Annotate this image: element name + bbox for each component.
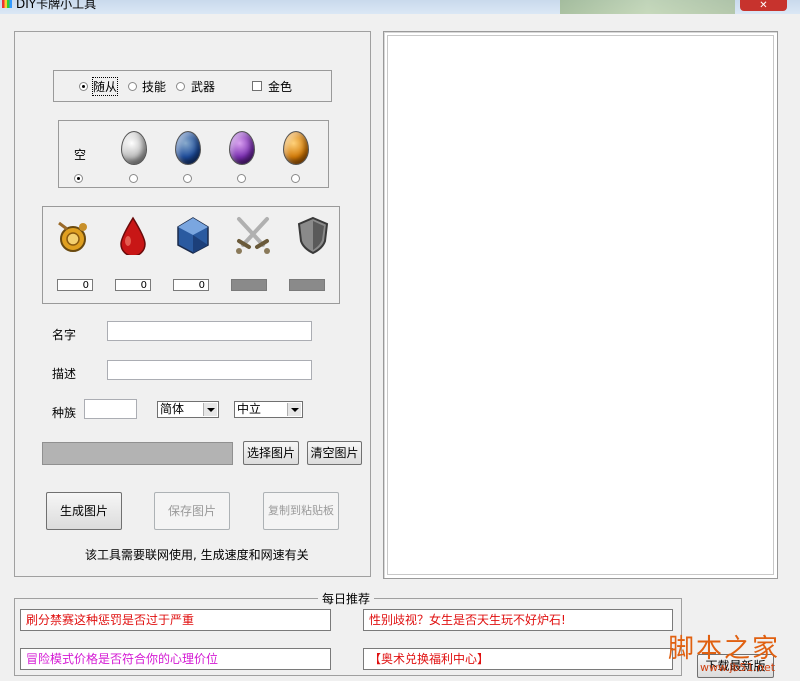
type-label-spell: 技能: [142, 80, 167, 94]
rarity-radio-orange[interactable]: [291, 174, 300, 183]
editor-panel: 随从 技能 武器 金色 空 0 0 0 0 0 名字 描述 种族 简体 中立 选…: [14, 31, 371, 577]
name-input[interactable]: [107, 321, 312, 341]
rarity-radio-silver[interactable]: [129, 174, 138, 183]
blue-gem-icon: [175, 131, 201, 165]
crystal-icon: [177, 217, 209, 254]
armor-field: 0: [289, 279, 325, 291]
race-input[interactable]: [84, 399, 137, 419]
shield-icon: [297, 216, 329, 255]
app-icon: [2, 0, 12, 8]
recommend-link-3[interactable]: 冒险模式价格是否符合你的心理价位: [20, 648, 331, 670]
recommend-link-2[interactable]: 性别歧视？女生是否天生玩不好炉石!: [363, 609, 673, 631]
stats-group: 0 0 0 0 0: [42, 206, 340, 304]
rarity-empty-label: 空: [74, 148, 87, 162]
close-button[interactable]: ✕: [740, 0, 787, 11]
golden-label: 金色: [268, 80, 293, 94]
crossed-swords-icon: [236, 217, 270, 254]
desc-label: 描述: [52, 367, 77, 381]
window-title: DIY卡牌小工具: [16, 0, 97, 11]
network-notice: 该工具需要联网使用, 生成速度和网速有关: [85, 548, 309, 562]
rarity-radio-blue[interactable]: [183, 174, 192, 183]
chevron-down-icon: [287, 403, 301, 416]
language-select-value: 简体: [160, 402, 185, 416]
watermark-logo: 脚本之家: [668, 634, 781, 664]
orange-gem-icon: [283, 131, 309, 165]
image-path-field: [42, 442, 233, 465]
type-radio-weapon[interactable]: [176, 82, 185, 91]
mana-cost-field[interactable]: 0: [57, 279, 93, 291]
copy-to-clipboard-button: 复制到粘贴板: [263, 492, 339, 530]
rarity-radio-empty[interactable]: [74, 174, 83, 183]
recommend-link-4[interactable]: 【奥术兑换福利中心】: [363, 648, 673, 670]
choose-image-button[interactable]: 选择图片: [243, 441, 299, 465]
rarity-group: 空: [58, 120, 329, 188]
card-type-group: 随从 技能 武器 金色: [53, 70, 332, 102]
crystal-field[interactable]: 0: [173, 279, 209, 291]
card-preview: [383, 31, 778, 579]
health-field[interactable]: 0: [115, 279, 151, 291]
type-radio-spell[interactable]: [128, 82, 137, 91]
name-label: 名字: [52, 328, 77, 342]
daily-recommend-legend: 每日推荐: [318, 590, 375, 607]
save-image-button: 保存图片: [154, 492, 230, 530]
mana-orb-icon: [58, 221, 87, 252]
close-icon: ✕: [759, 0, 768, 11]
faction-select-value: 中立: [237, 402, 262, 416]
desc-input[interactable]: [107, 360, 312, 380]
watermark-url: www.jb51.net: [700, 661, 776, 674]
title-bar-background: [560, 0, 735, 14]
golden-checkbox[interactable]: [252, 81, 262, 91]
clear-image-button[interactable]: 清空图片: [307, 441, 362, 465]
silver-gem-icon: [121, 131, 147, 165]
generate-image-button[interactable]: 生成图片: [46, 492, 122, 530]
blood-drop-icon: [120, 216, 146, 255]
type-radio-minion[interactable]: [79, 82, 88, 91]
race-label: 种族: [52, 406, 77, 420]
type-label-minion: 随从: [91, 77, 119, 96]
attack-field: 0: [231, 279, 267, 291]
language-select[interactable]: 简体: [157, 401, 219, 418]
faction-select[interactable]: 中立: [234, 401, 303, 418]
rarity-radio-purple[interactable]: [237, 174, 246, 183]
card-preview-canvas: [387, 35, 774, 575]
title-bar: DIY卡牌小工具: [0, 0, 800, 14]
type-label-weapon: 武器: [191, 80, 216, 94]
purple-gem-icon: [229, 131, 255, 165]
chevron-down-icon: [203, 403, 217, 416]
recommend-link-1[interactable]: 刷分禁赛这种惩罚是否过于严重: [20, 609, 331, 631]
